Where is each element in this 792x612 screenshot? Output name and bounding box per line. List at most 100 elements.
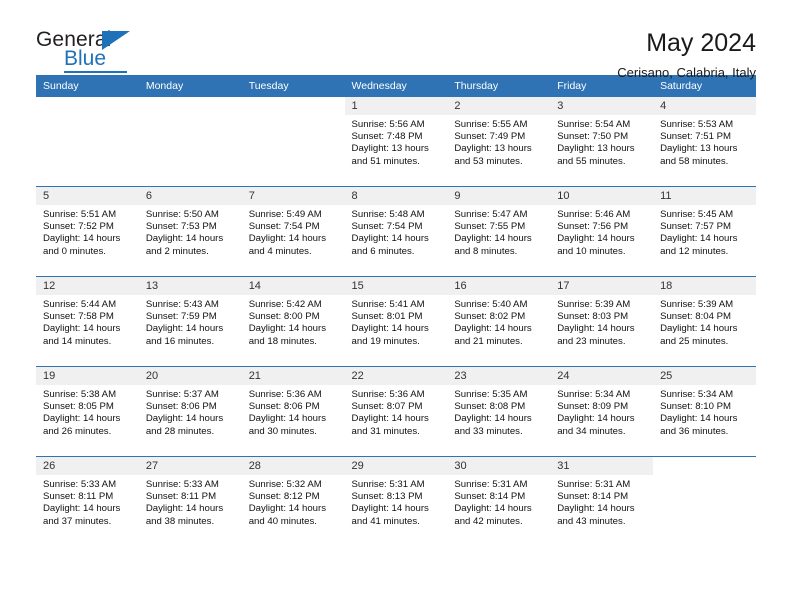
day-details: Sunrise: 5:33 AM Sunset: 8:11 PM Daylight:… [36,475,139,528]
daylight-duration-line2: and 16 minutes. [145,335,215,347]
calendar-cell-day[interactable]: 22 Sunrise: 5:36 AM Sunset: 8:07 PM Dayligh… [344,366,448,457]
calendar-cell-day[interactable]: 30 Sunrise: 5:31 AM Sunset: 8:14 PM Dayligh… [447,456,551,546]
daylight-duration-line2: and 38 minutes. [145,515,215,527]
sunset-time: Sunset: 7:55 PM [454,221,526,233]
daylight-duration-line1: Daylight: 14 hours [145,233,224,245]
calendar-cell-day[interactable]: 17 Sunrise: 5:39 AM Sunset: 8:03 PM Dayligh… [550,276,654,367]
day-details: Sunrise: 5:38 AM Sunset: 8:05 PM Daylight:… [36,385,139,438]
sunset-time: Sunset: 8:02 PM [454,311,526,323]
calendar-cell-day[interactable]: 23 Sunrise: 5:35 AM Sunset: 8:08 PM Dayligh… [447,366,551,457]
calendar-cell-day[interactable]: 18 Sunrise: 5:39 AM Sunset: 8:04 PM Dayligh… [653,276,756,367]
day-number [653,457,756,475]
page-header: General Blue May 2024 Cerisano, Calabria… [36,0,756,80]
day-number: 31 [550,457,654,475]
day-details [653,475,756,479]
daylight-duration-line2: and 28 minutes. [145,425,215,437]
day-cell: 15 Sunrise: 5:41 AM Sunset: 8:01 PM Dayligh… [344,277,448,366]
daylight-duration-line1: Daylight: 14 hours [454,413,532,425]
day-cell: 26 Sunrise: 5:33 AM Sunset: 8:11 PM Dayligh… [36,457,139,546]
daylight-duration-line2: and 31 minutes. [351,425,420,437]
calendar-cell-day[interactable]: 9 Sunrise: 5:47 AM Sunset: 7:55 PM Daylight… [447,186,551,277]
day-details: Sunrise: 5:42 AM Sunset: 8:00 PM Daylight:… [242,295,345,348]
day-number: 26 [36,457,139,475]
calendar-cell-day[interactable]: 1 Sunrise: 5:56 AM Sunset: 7:48 PM Daylight… [344,97,448,187]
day-number [242,97,345,115]
day-cell [139,97,242,186]
calendar-cell-day[interactable]: 27 Sunrise: 5:33 AM Sunset: 8:11 PM Dayligh… [138,456,242,546]
calendar-cell-day[interactable]: 24 Sunrise: 5:34 AM Sunset: 8:09 PM Dayligh… [550,366,654,457]
calendar-week-row: 12 Sunrise: 5:44 AM Sunset: 7:58 PM Dayligh… [36,276,756,367]
calendar-cell-day[interactable]: 20 Sunrise: 5:37 AM Sunset: 8:06 PM Dayligh… [138,366,242,457]
calendar-cell-day[interactable]: 28 Sunrise: 5:32 AM Sunset: 8:12 PM Dayligh… [241,456,345,546]
day-cell: 23 Sunrise: 5:35 AM Sunset: 8:08 PM Dayligh… [447,367,551,456]
calendar-body: 1 Sunrise: 5:56 AM Sunset: 7:48 PM Daylight… [36,97,756,546]
calendar-cell-day[interactable]: 21 Sunrise: 5:36 AM Sunset: 8:06 PM Dayligh… [241,366,345,457]
sunrise-time: Sunrise: 5:31 AM [557,479,631,490]
daylight-duration-line1: Daylight: 14 hours [557,323,635,335]
title-block: May 2024 Cerisano, Calabria, Italy [617,28,756,82]
sunrise-time: Sunrise: 5:48 AM [351,209,425,220]
daylight-duration-line1: Daylight: 13 hours [454,143,532,155]
calendar-cell-day[interactable]: 14 Sunrise: 5:42 AM Sunset: 8:00 PM Dayligh… [241,276,345,367]
sunrise-time: Sunrise: 5:31 AM [351,479,425,490]
day-number: 16 [447,277,551,295]
day-cell: 7 Sunrise: 5:49 AM Sunset: 7:54 PM Daylight… [241,187,345,276]
day-number: 13 [138,277,242,295]
sunset-time: Sunset: 8:03 PM [557,311,629,323]
calendar-cell-day[interactable]: 5 Sunrise: 5:51 AM Sunset: 7:52 PM Daylight… [36,186,139,277]
calendar-cell-day[interactable]: 19 Sunrise: 5:38 AM Sunset: 8:05 PM Dayligh… [36,366,139,457]
general-blue-logo[interactable]: General Blue [36,28,146,74]
day-details: Sunrise: 5:36 AM Sunset: 8:07 PM Daylight:… [345,385,448,438]
calendar-cell-day[interactable]: 4 Sunrise: 5:53 AM Sunset: 7:51 PM Daylight… [653,97,756,187]
calendar-cell-day[interactable]: 15 Sunrise: 5:41 AM Sunset: 8:01 PM Dayligh… [344,276,448,367]
calendar-cell-day[interactable]: 7 Sunrise: 5:49 AM Sunset: 7:54 PM Daylight… [241,186,345,277]
day-cell: 10 Sunrise: 5:46 AM Sunset: 7:56 PM Dayligh… [550,187,654,276]
calendar-cell-day[interactable]: 26 Sunrise: 5:33 AM Sunset: 8:11 PM Dayligh… [36,456,139,546]
sunset-time: Sunset: 7:54 PM [351,221,423,233]
daylight-duration-line1: Daylight: 14 hours [454,503,532,515]
sunrise-time: Sunrise: 5:55 AM [454,119,528,130]
daylight-duration-line1: Daylight: 14 hours [454,323,532,335]
calendar-cell-day[interactable]: 2 Sunrise: 5:55 AM Sunset: 7:49 PM Daylight… [447,97,551,187]
daylight-duration-line1: Daylight: 14 hours [454,233,532,245]
daylight-duration-line2: and 8 minutes. [454,245,518,257]
calendar-cell-day[interactable]: 3 Sunrise: 5:54 AM Sunset: 7:50 PM Daylight… [550,97,654,187]
sunrise-time: Sunrise: 5:53 AM [660,119,734,130]
day-cell: 31 Sunrise: 5:31 AM Sunset: 8:14 PM Dayligh… [550,457,654,546]
sunrise-time: Sunrise: 5:32 AM [248,479,322,490]
calendar-cell-day[interactable]: 13 Sunrise: 5:43 AM Sunset: 7:59 PM Dayligh… [138,276,242,367]
calendar-cell-day[interactable]: 11 Sunrise: 5:45 AM Sunset: 7:57 PM Dayligh… [653,186,756,277]
day-details: Sunrise: 5:56 AM Sunset: 7:48 PM Daylight:… [345,115,448,168]
sunrise-time: Sunrise: 5:46 AM [557,209,631,220]
daylight-duration-line1: Daylight: 14 hours [248,323,327,335]
daylight-duration-line2: and 36 minutes. [660,425,729,437]
day-number: 17 [550,277,654,295]
calendar-cell-day[interactable]: 16 Sunrise: 5:40 AM Sunset: 8:02 PM Dayligh… [447,276,551,367]
calendar-cell-day[interactable]: 10 Sunrise: 5:46 AM Sunset: 7:56 PM Dayligh… [550,186,654,277]
calendar-cell-day[interactable]: 6 Sunrise: 5:50 AM Sunset: 7:53 PM Daylight… [138,186,242,277]
day-number [36,97,139,115]
calendar-cell-day[interactable]: 12 Sunrise: 5:44 AM Sunset: 7:58 PM Dayligh… [36,276,139,367]
day-details: Sunrise: 5:53 AM Sunset: 7:51 PM Daylight:… [653,115,756,168]
day-details: Sunrise: 5:48 AM Sunset: 7:54 PM Daylight:… [345,205,448,258]
daylight-duration-line2: and 14 minutes. [43,335,112,347]
daylight-duration-line2: and 33 minutes. [454,425,523,437]
daylight-duration-line2: and 55 minutes. [557,155,626,167]
calendar-cell-day[interactable]: 31 Sunrise: 5:31 AM Sunset: 8:14 PM Dayligh… [550,456,654,546]
calendar-cell-day[interactable]: 25 Sunrise: 5:34 AM Sunset: 8:10 PM Dayligh… [653,366,756,457]
calendar-cell-day[interactable]: 8 Sunrise: 5:48 AM Sunset: 7:54 PM Daylight… [344,186,448,277]
day-details: Sunrise: 5:34 AM Sunset: 8:10 PM Daylight:… [653,385,756,438]
day-details: Sunrise: 5:44 AM Sunset: 7:58 PM Daylight:… [36,295,139,348]
day-details: Sunrise: 5:32 AM Sunset: 8:12 PM Daylight:… [242,475,345,528]
day-cell: 29 Sunrise: 5:31 AM Sunset: 8:13 PM Dayligh… [344,457,448,546]
daylight-duration-line1: Daylight: 14 hours [351,323,429,335]
daylight-duration-line2: and 19 minutes. [351,335,420,347]
logo-underline [64,71,127,73]
day-cell [36,97,139,186]
sunrise-time: Sunrise: 5:44 AM [43,299,117,310]
sunset-time: Sunset: 7:48 PM [351,131,423,143]
sunrise-time: Sunrise: 5:50 AM [145,209,219,220]
daylight-duration-line2: and 41 minutes. [351,515,420,527]
daylight-duration-line2: and 23 minutes. [557,335,626,347]
calendar-cell-day[interactable]: 29 Sunrise: 5:31 AM Sunset: 8:13 PM Dayligh… [344,456,448,546]
